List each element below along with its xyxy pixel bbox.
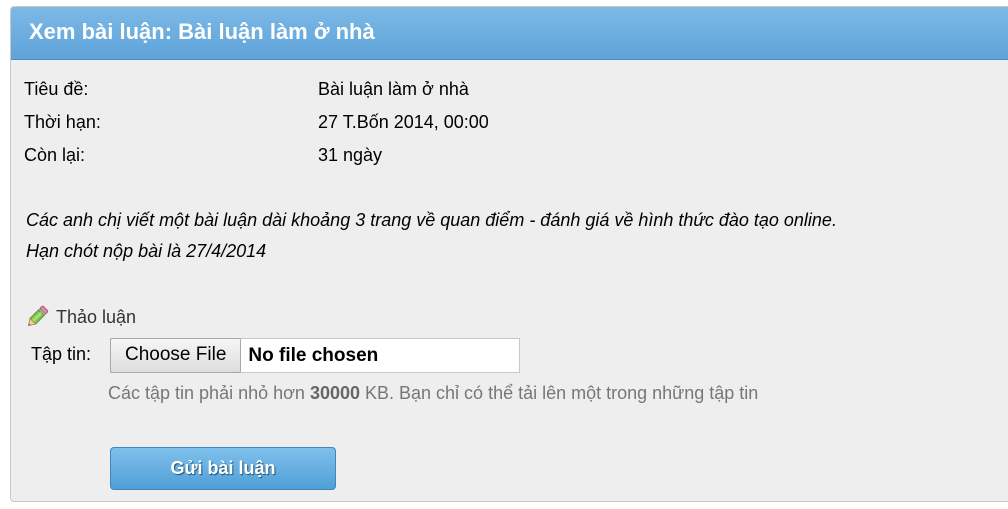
submit-essay-button[interactable]: Gửi bài luận [110,447,336,490]
file-status: No file chosen [248,344,379,366]
panel-header: Xem bài luận: Bài luận làm ở nhà [11,7,1008,60]
essay-description: Các anh chị viết một bài luận dài khoảng… [26,205,1006,267]
title-value: Bài luận làm ở nhà [318,79,469,99]
deadline-value: 27 T.Bốn 2014, 00:00 [318,112,489,132]
remaining-label: Còn lại: [24,145,86,165]
file-input[interactable]: Choose File No file chosen [110,337,520,373]
choose-file-button[interactable]: Choose File [110,337,242,373]
page-title: Xem bài luận: Bài luận làm ở nhà [29,19,375,44]
title-label: Tiêu đề: [24,79,89,99]
discussion-label: Thảo luận [56,306,137,327]
pencil-icon [28,305,49,326]
hint-suffix: KB. Bạn chỉ có thể tải lên một trong nhữ… [360,383,759,403]
file-label: Tập tin: [31,344,92,364]
essay-panel: Xem bài luận: Bài luận làm ở nhà Tiêu đề… [10,6,1008,502]
hint-prefix: Các tập tin phải nhỏ hơn [108,383,310,403]
remaining-value: 31 ngày [318,145,383,165]
deadline-label: Thời hạn: [24,112,101,132]
description-line: Hạn chót nộp bài là 27/4/2014 [26,241,267,261]
file-size-hint: Các tập tin phải nhỏ hơn 30000 KB. Bạn c… [108,383,758,404]
discussion-link[interactable]: Thảo luận [24,304,136,330]
hint-size: 30000 [309,383,360,403]
description-line: Các anh chị viết một bài luận dài khoảng… [26,210,837,230]
